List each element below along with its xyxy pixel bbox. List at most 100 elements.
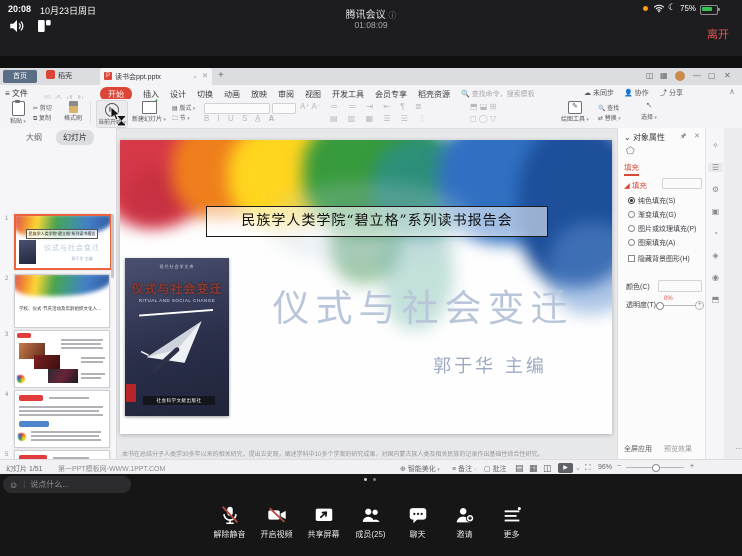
draw-tools-button[interactable]: ✎ 绘图工具 xyxy=(560,101,590,123)
zoom-in-button[interactable]: + xyxy=(690,463,694,470)
outline-tab[interactable]: 大纲 xyxy=(26,132,42,143)
replace-button[interactable]: ⇄ 替换 xyxy=(598,113,621,122)
collapse-ribbon-icon[interactable]: ∧ xyxy=(729,87,735,96)
notes-toggle[interactable]: ≡ 备注 · xyxy=(452,464,476,474)
cut-button[interactable]: ✂ 剪切 xyxy=(33,103,52,112)
file-menu[interactable]: ≡ 文件 xyxy=(5,88,28,99)
slide-author[interactable]: 郭于华 主编 xyxy=(375,352,605,378)
menu-item-design[interactable]: 设计 xyxy=(170,89,186,100)
unmute-button[interactable]: 解除静音 xyxy=(206,504,253,540)
new-slide-button[interactable]: + 新建幻灯片 xyxy=(132,101,166,123)
grid-view-icon[interactable]: ▦ xyxy=(660,71,668,80)
collaborate-button[interactable]: 👤 协作 xyxy=(624,88,649,98)
chat-button[interactable]: 聊天 xyxy=(394,504,441,540)
reading-view-icon[interactable]: ◫ xyxy=(543,463,552,474)
slide-thumbnail-2[interactable]: 学校、仪式·节庆活动及年龄组织文化人类学概述 xyxy=(14,274,110,328)
members-button[interactable]: 成员(25) xyxy=(347,504,394,540)
speaker-notes[interactable]: 本书在总结分子人类学30多年以来的相关研究，提出五史观，阐述学科中10多个学案的… xyxy=(122,449,610,458)
copy-button[interactable]: ⧉ 复制 xyxy=(33,113,51,123)
help-strip-icon[interactable]: ⬒ xyxy=(706,295,725,304)
color-dropdown[interactable] xyxy=(658,280,702,292)
preview-effect-button[interactable]: 预览效果 xyxy=(664,444,692,454)
menu-item-review[interactable]: 审阅 xyxy=(278,89,294,100)
normal-view-icon[interactable]: ▤ xyxy=(515,463,524,474)
slide-title-box[interactable]: 民族学人类学院“碧立格”系列读书报告会 xyxy=(206,206,548,237)
tab-docer[interactable]: 稻壳 xyxy=(58,71,72,81)
split-screen-icon[interactable]: ◫ xyxy=(646,71,654,80)
zoom-slider[interactable] xyxy=(626,467,684,468)
pin-icon[interactable]: 🖈 xyxy=(680,132,686,143)
smart-beautify-button[interactable]: ⊕ 智能美化 xyxy=(400,464,440,474)
slide-thumbnail-4[interactable] xyxy=(14,390,110,448)
apply-all-button[interactable]: 全屏应用 xyxy=(624,444,652,454)
avatar[interactable] xyxy=(675,71,685,81)
zoom-out-button[interactable]: − xyxy=(617,463,621,470)
panel-more-button[interactable]: ⋯ xyxy=(735,444,742,453)
fit-slide-icon[interactable]: ⛶ xyxy=(585,463,591,473)
new-tab-button[interactable]: + xyxy=(218,70,224,81)
history-strip-icon[interactable]: ◔ xyxy=(706,229,725,238)
format-painter-button[interactable]: 格式刷 xyxy=(62,101,84,122)
image-strip-icon[interactable]: ◈ xyxy=(706,251,725,260)
book-cover[interactable]: 现代社会学文库 仪式与社会变迁 RITUAL AND SOCIAL CHANGE… xyxy=(125,258,229,416)
menu-item-animation[interactable]: 动画 xyxy=(224,89,240,100)
slides-tab[interactable]: 幻灯片 xyxy=(56,130,94,145)
play-caret-icon[interactable]: ⌄ xyxy=(575,464,581,472)
menu-item-devtools[interactable]: 开发工具 xyxy=(332,89,364,100)
sync-status[interactable]: ☁ 未同步 xyxy=(584,88,614,98)
slide-thumbnail-1[interactable]: 民族学人类学院“碧立格”系列读书报告会 仪式与社会变迁 郭于华 主编 xyxy=(14,214,112,270)
settings-strip-icon[interactable]: ⚙ xyxy=(706,185,725,194)
layout-switch-icon[interactable] xyxy=(36,18,52,34)
color-strip-icon[interactable]: ◉ xyxy=(706,273,725,282)
menu-item-docer-res[interactable]: 稻壳资源 xyxy=(418,89,450,100)
thumbnails-scrollbar[interactable] xyxy=(111,214,114,278)
tab-close-icon[interactable]: ✕ xyxy=(202,72,208,80)
fill-section-header[interactable]: ◢ 填充 xyxy=(624,180,647,191)
section-button[interactable]: 🗀 节 xyxy=(172,113,190,124)
info-icon[interactable]: ⓘ xyxy=(388,11,396,20)
slide-heading[interactable]: 仪式与社会变迁 xyxy=(238,278,608,332)
menu-item-view[interactable]: 视图 xyxy=(305,89,321,100)
properties-strip-icon[interactable]: ☰ xyxy=(708,163,723,172)
close-panel-icon[interactable]: ✕ xyxy=(694,132,700,140)
quick-chat-input[interactable]: ☺ | 说点什么... xyxy=(3,476,131,493)
tab-document[interactable]: P 读书会ppt.pptx ⌄ ✕ xyxy=(100,68,212,85)
option-solid-fill[interactable]: 纯色填充(S) xyxy=(628,196,675,206)
sorter-view-icon[interactable]: ▦ xyxy=(529,463,538,474)
tab-caret-icon[interactable]: ⌄ xyxy=(192,72,198,80)
tab-home[interactable]: 首页 xyxy=(3,70,37,83)
restore-icon[interactable]: ▢ xyxy=(708,71,716,80)
layout-button[interactable]: ▤ 版式 xyxy=(172,103,195,112)
zoom-percent[interactable]: 96% xyxy=(598,464,612,471)
fill-tab[interactable]: 填充 xyxy=(624,162,639,176)
paste-button[interactable]: 粘贴 xyxy=(8,101,28,125)
template-strip-icon[interactable]: ▣ xyxy=(706,207,725,216)
fill-preset-dropdown[interactable] xyxy=(662,178,702,189)
find-button[interactable]: 🔍 查找 xyxy=(598,103,619,112)
option-gradient-fill[interactable]: 渐变填充(G) xyxy=(628,210,676,220)
emoji-icon[interactable]: ☺ xyxy=(9,480,18,490)
more-button[interactable]: 更多 xyxy=(488,504,535,540)
speaker-icon[interactable] xyxy=(8,17,26,35)
transparency-slider[interactable]: + xyxy=(658,305,696,306)
share-button[interactable]: ⤴ 分享 xyxy=(660,88,683,98)
menu-item-slideshow[interactable]: 放映 xyxy=(251,89,267,100)
leave-button[interactable]: 离开 xyxy=(707,26,729,42)
menu-item-transition[interactable]: 切换 xyxy=(197,89,213,100)
close-window-icon[interactable]: ✕ xyxy=(724,71,731,80)
slideshow-play-button[interactable]: ▶ xyxy=(558,463,573,473)
start-video-button[interactable]: 开启视频 xyxy=(253,504,300,540)
slide-thumbnail-3[interactable] xyxy=(14,330,110,388)
beautify-strip-icon[interactable]: ✧ xyxy=(706,141,725,150)
option-hide-background[interactable]: 隐藏背景图形(H) xyxy=(628,254,690,264)
minimize-icon[interactable]: — xyxy=(693,71,701,80)
menu-item-member[interactable]: 会员专享 xyxy=(375,89,407,100)
command-search[interactable]: 🔍 查找命令，搜索模板 xyxy=(461,89,535,99)
option-pattern-fill[interactable]: 图案填充(A) xyxy=(628,238,675,248)
slide-canvas[interactable]: 民族学人类学院“碧立格”系列读书报告会 仪式与社会变迁 郭于华 主编 现代社会学… xyxy=(120,140,612,434)
option-picture-fill[interactable]: 图片或纹理填充(P) xyxy=(628,224,696,234)
comments-toggle[interactable]: ▢ 批注 xyxy=(484,464,507,474)
invite-button[interactable]: 邀请 xyxy=(441,504,488,540)
share-screen-button[interactable]: 共享屏幕 xyxy=(300,504,347,540)
select-button[interactable]: ⭦ 选择 xyxy=(636,101,662,121)
